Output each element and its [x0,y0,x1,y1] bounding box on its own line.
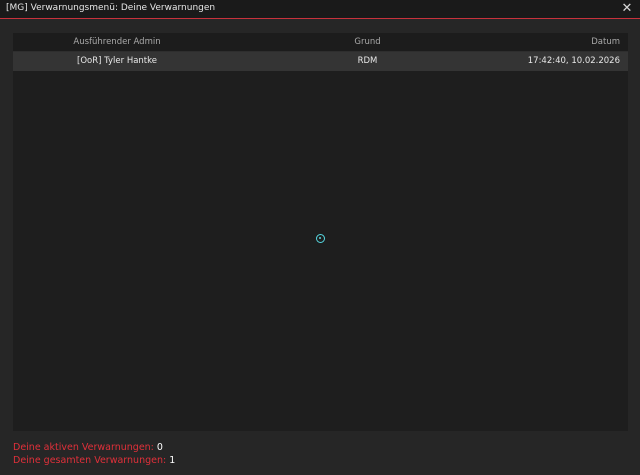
total-warnings-value: 1 [169,455,176,466]
active-warnings-line: Deine aktiven Verwarnungen: 0 [13,442,163,453]
column-header-reason: Grund [354,37,381,47]
warning-menu-window: [MG] Verwarnungsmenü: Deine Verwarnungen… [0,0,640,475]
title-bar: [MG] Verwarnungsmenü: Deine Verwarnungen… [0,0,640,19]
table-row[interactable]: [OoR] Tyler Hantke RDM 17:42:40, 10.02.2… [13,52,628,71]
table-header: Ausführender Admin Grund Datum [13,33,628,52]
active-warnings-label: Deine aktiven Verwarnungen: [13,442,154,453]
total-warnings-line: Deine gesamten Verwarnungen: 1 [13,455,175,466]
close-icon[interactable]: ✕ [620,1,634,17]
cell-admin: [OoR] Tyler Hantke [77,56,157,66]
total-warnings-label: Deine gesamten Verwarnungen: [13,455,167,466]
column-header-date: Datum [591,37,620,47]
active-warnings-value: 0 [156,442,163,453]
cell-reason: RDM [357,56,378,66]
crosshair-cursor-icon [316,234,325,243]
window-title: [MG] Verwarnungsmenü: Deine Verwarnungen [6,3,216,13]
cell-date: 17:42:40, 10.02.2026 [527,56,620,66]
warnings-table: Ausführender Admin Grund Datum [OoR] Tyl… [13,33,628,431]
column-header-admin: Ausführender Admin [73,37,161,47]
